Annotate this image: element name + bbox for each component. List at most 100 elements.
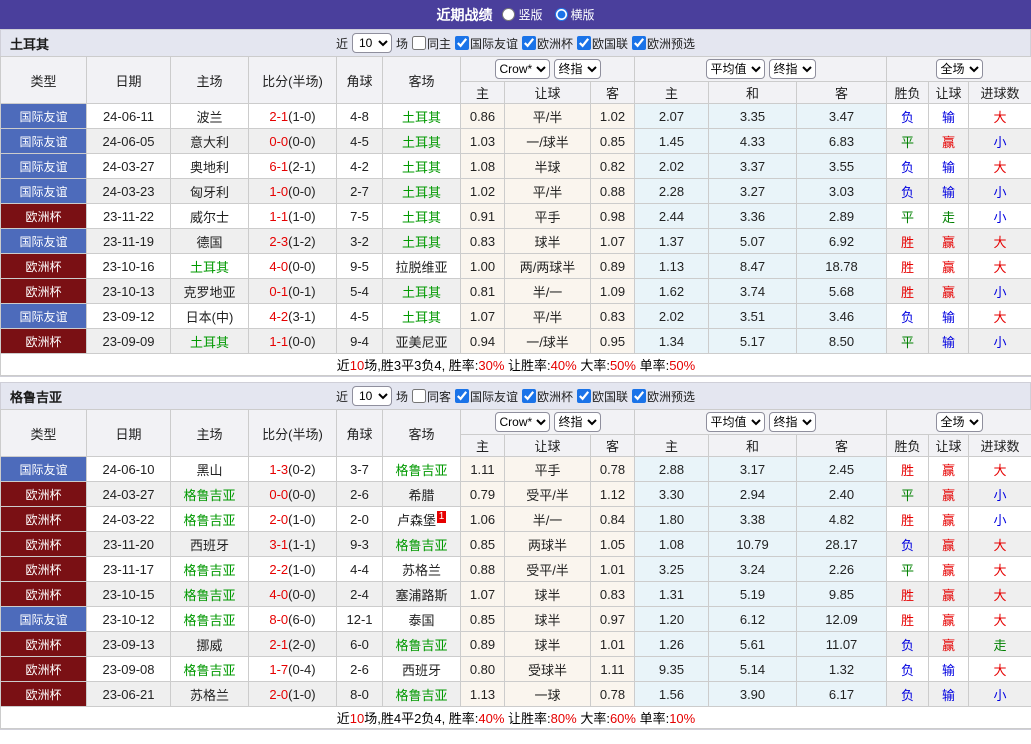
result-handicap: 走	[928, 203, 970, 229]
eu-away-odds: 6.83	[795, 128, 888, 154]
odds-stage-select-2[interactable]: 终指	[768, 412, 816, 432]
match-score: 1-7(0-4)	[248, 656, 337, 682]
league-checkbox[interactable]: 国际友谊	[454, 388, 518, 405]
eu-away-odds: 12.09	[795, 606, 888, 632]
match-count-select[interactable]: 10	[351, 33, 392, 53]
match-score: 3-1(1-1)	[248, 531, 337, 557]
bookmaker-select[interactable]: Crow*	[494, 412, 550, 432]
match-type-badge: 欧洲杯	[0, 656, 87, 682]
fulltime-score: 4-2	[269, 308, 289, 324]
result-goals: 大	[968, 228, 1031, 254]
fulltime-select[interactable]: 全场	[935, 59, 983, 79]
eu-draw-odds: 2.94	[708, 481, 797, 507]
halftime-score: (2-0)	[288, 636, 316, 652]
corner-count: 4-2	[336, 153, 383, 179]
result-handicap: 赢	[928, 253, 970, 279]
eu-draw-odds: 3.27	[708, 178, 797, 204]
ah-home-odds: 1.07	[460, 303, 505, 329]
match-row: 国际友谊 24-03-23 匈牙利 1-0(0-0) 2-7 土耳其 1.02 平/半 0.88…	[0, 178, 1031, 204]
eu-draw-odds: 3.51	[708, 303, 797, 329]
match-score: 2-1(2-0)	[248, 631, 337, 657]
eu-draw-odds: 3.37	[708, 153, 797, 179]
match-date: 24-06-11	[86, 103, 171, 129]
league-checkbox-input[interactable]	[632, 36, 647, 50]
league-checkbox-input[interactable]	[577, 36, 592, 50]
radio-vertical-input[interactable]	[502, 8, 516, 21]
league-checkbox[interactable]: 欧洲杯	[522, 388, 573, 405]
league-checkbox[interactable]: 欧国联	[577, 388, 628, 405]
eu-draw-odds: 3.74	[708, 278, 797, 304]
ah-handicap: 两球半	[504, 531, 591, 557]
match-count-select[interactable]: 10	[351, 386, 392, 406]
result-goals: 大	[968, 656, 1031, 682]
league-checkbox-input[interactable]	[454, 36, 469, 50]
match-type-badge: 欧洲杯	[0, 531, 87, 557]
odds-stage-select-1[interactable]: 终指	[553, 59, 601, 79]
league-checkbox-input[interactable]	[522, 36, 536, 50]
ah-home-odds: 0.91	[460, 203, 505, 229]
average-select[interactable]: 平均值	[705, 412, 765, 432]
subcol-header-ah-away: 客	[590, 81, 635, 104]
radio-vertical-layout[interactable]: 竖版	[502, 6, 543, 23]
odds-stage-select-1[interactable]: 终指	[553, 412, 601, 432]
ah-away-odds: 0.78	[590, 456, 635, 482]
same-venue-input[interactable]	[411, 36, 426, 50]
match-row: 国际友谊 23-11-19 德国 2-3(1-2) 3-2 土耳其 0.83 球半 1.07 1.…	[0, 228, 1031, 254]
home-team: 格鲁吉亚	[170, 581, 249, 607]
result-wdl: 平	[886, 481, 930, 507]
corner-count: 2-7	[336, 178, 383, 204]
match-row: 欧洲杯 23-10-15 格鲁吉亚 4-0(0-0) 2-4 塞浦路斯 1.07 球半 0.83…	[0, 581, 1031, 607]
result-wdl: 胜	[886, 228, 930, 254]
league-checkbox[interactable]: 欧洲预选	[632, 35, 695, 52]
home-team: 奥地利	[170, 153, 249, 179]
home-team: 德国	[170, 228, 249, 254]
league-checkbox-input[interactable]	[577, 389, 592, 403]
bookmaker-select[interactable]: Crow*	[494, 59, 550, 79]
radio-horizontal-layout[interactable]: 横版	[554, 6, 595, 23]
league-checkbox[interactable]: 国际友谊	[454, 35, 518, 52]
corner-count: 4-5	[336, 128, 383, 154]
col-header-score: 比分(半场)	[248, 56, 337, 104]
league-checkbox[interactable]: 欧洲预选	[632, 388, 695, 405]
ah-away-odds: 1.11	[590, 656, 635, 682]
result-handicap: 输	[928, 303, 970, 329]
results-table: 类型 日期 主场 比分(半场) 角球 客场 Crow* 终指 平均值 终指 全场主让球客主和客胜负让…	[0, 409, 1031, 729]
subcol-header-goals: 进球数	[968, 81, 1031, 104]
home-team: 格鲁吉亚	[170, 606, 249, 632]
radio-horizontal-input[interactable]	[554, 8, 568, 21]
section-georgia: 格鲁吉亚近 10 场同客 国际友谊 欧洲杯 欧国联 欧洲预选 类型 日期 主场 比分(半场) 角球 客场…	[0, 382, 1031, 730]
same-venue-input[interactable]	[411, 389, 426, 403]
league-label: 欧洲杯	[537, 389, 574, 404]
result-handicap: 赢	[928, 278, 970, 304]
same-venue-checkbox[interactable]: 同主	[411, 35, 451, 52]
filters: 近 10 场 同客 国际友谊 欧洲杯 欧国联 欧洲预选	[336, 386, 695, 406]
average-select[interactable]: 平均值	[705, 59, 765, 79]
odds-stage-select-2[interactable]: 终指	[768, 59, 816, 79]
league-checkbox[interactable]: 欧洲杯	[522, 35, 573, 52]
ah-away-odds: 0.97	[590, 606, 635, 632]
summary-part: 10	[349, 711, 365, 726]
fulltime-score: 6-1	[269, 158, 289, 174]
corner-count: 4-5	[336, 303, 383, 329]
away-team: 土耳其	[382, 278, 461, 304]
fulltime-score: 0-0	[269, 133, 289, 149]
fulltime-select[interactable]: 全场	[935, 412, 983, 432]
ah-home-odds: 0.83	[460, 228, 505, 254]
fulltime-score: 2-1	[269, 636, 289, 652]
col-header-corner: 角球	[336, 409, 383, 457]
ah-handicap: 半球	[504, 153, 591, 179]
league-checkbox-input[interactable]	[454, 389, 469, 403]
result-wdl: 胜	[886, 278, 930, 304]
halftime-score: (1-0)	[288, 108, 316, 124]
result-wdl: 胜	[886, 606, 930, 632]
league-checkbox[interactable]: 欧国联	[577, 35, 628, 52]
summary-part: 50%	[669, 358, 696, 373]
match-score: 0-1(0-1)	[248, 278, 337, 304]
same-venue-checkbox[interactable]: 同客	[411, 388, 451, 405]
result-goals: 大	[968, 103, 1031, 129]
league-checkbox-input[interactable]	[632, 389, 647, 403]
eu-draw-odds: 5.17	[708, 328, 797, 354]
match-type-badge: 国际友谊	[0, 153, 87, 179]
ah-home-odds: 0.88	[460, 556, 505, 582]
league-checkbox-input[interactable]	[522, 389, 536, 403]
